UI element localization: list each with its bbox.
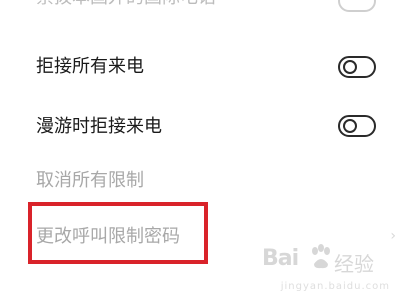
settings-row-cancel-all-restrictions[interactable]: 取消所有限制 xyxy=(0,158,402,202)
reject-all-calls-toggle[interactable] xyxy=(338,56,376,78)
settings-row-reject-calls-roaming[interactable]: 漫游时拒接来电 xyxy=(0,100,402,154)
settings-row-label: 取消所有限制 xyxy=(36,170,144,191)
watermark-product-text: 经验 xyxy=(334,252,374,276)
highlight-annotation-box xyxy=(28,202,208,264)
settings-row-label: 禁拨本国外的国际电话 xyxy=(36,0,216,9)
watermark-url: jingyan.baidu.com xyxy=(280,281,390,292)
settings-row-label: 拒接所有来电 xyxy=(36,56,144,77)
toggle-knob xyxy=(343,119,357,133)
settings-row-international-calls[interactable]: 禁拨本国外的国际电话 xyxy=(0,0,402,20)
watermark-brand-text: Bai xyxy=(262,246,299,271)
settings-row-reject-all-calls[interactable]: 拒接所有来电 xyxy=(0,40,402,94)
toggle-knob xyxy=(343,60,357,74)
settings-row-label: 漫游时拒接来电 xyxy=(36,116,162,137)
toggle-switch[interactable] xyxy=(338,0,376,12)
call-barring-settings-screen: 禁拨本国外的国际电话 拒接所有来电 漫游时拒接来电 取消所有限制 更改呼叫限制密… xyxy=(0,0,402,300)
baidu-paw-icon xyxy=(312,244,330,269)
reject-roaming-calls-toggle[interactable] xyxy=(338,115,376,137)
baidu-jingyan-watermark: Bai 经验 jingyan.baidu.com xyxy=(262,242,392,292)
